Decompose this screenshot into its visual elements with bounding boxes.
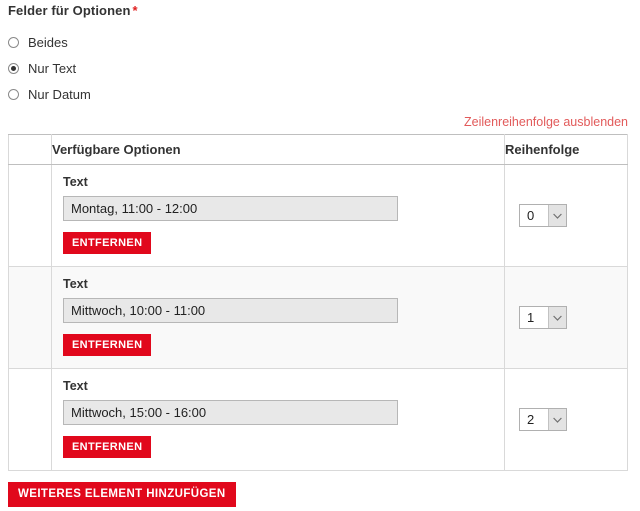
required-asterisk: *: [132, 3, 138, 18]
drag-handle-cell[interactable]: [8, 368, 52, 471]
order-select-value: 1: [527, 310, 535, 325]
order-select-value: 0: [527, 208, 535, 223]
order-cell: 0: [504, 164, 628, 267]
table-header: Verfügbare Optionen Reihenfolge: [8, 134, 628, 165]
order-select[interactable]: 2: [519, 408, 567, 431]
drag-handle-cell[interactable]: [8, 164, 52, 267]
add-another-item-button[interactable]: WEITERES ELEMENT HINZUFÜGEN: [8, 482, 236, 507]
chevron-down-icon[interactable]: [548, 307, 566, 328]
drag-handle-cell[interactable]: [8, 266, 52, 369]
order-select-value: 2: [527, 412, 535, 427]
option-text-input[interactable]: [63, 298, 398, 323]
column-header-options: Verfügbare Optionen: [51, 134, 505, 165]
option-text-input[interactable]: [63, 196, 398, 221]
radio-option-beides[interactable]: Beides: [8, 29, 308, 55]
radio-option-nur-text[interactable]: Nur Text: [8, 55, 308, 81]
page-title-text: Felder für Optionen: [8, 3, 131, 18]
option-cell: Text ENTFERNEN: [51, 164, 505, 267]
order-select[interactable]: 1: [519, 306, 567, 329]
order-cell: 1: [504, 266, 628, 369]
order-cell: 2: [504, 368, 628, 471]
radio-icon[interactable]: [8, 88, 19, 100]
radio-option-label: Nur Text: [28, 60, 77, 76]
option-text-input[interactable]: [63, 400, 398, 425]
toggle-row-order-link[interactable]: Zeilenreihenfolge ausblenden: [464, 115, 628, 129]
option-cell: Text ENTFERNEN: [51, 266, 505, 369]
page-title: Felder für Optionen *: [8, 3, 138, 18]
remove-button[interactable]: ENTFERNEN: [63, 334, 152, 356]
text-field-label: Text: [63, 379, 88, 393]
radio-option-label: Nur Datum: [28, 86, 91, 102]
text-field-label: Text: [63, 277, 88, 291]
radio-option-label: Beides: [28, 34, 68, 50]
table-row: Text ENTFERNEN 0: [8, 164, 628, 267]
table-row: Text ENTFERNEN 2: [8, 368, 628, 471]
form-page: Felder für Optionen * Beides Nur Text Nur…: [0, 0, 640, 511]
radio-option-nur-datum[interactable]: Nur Datum: [8, 81, 308, 107]
order-select[interactable]: 0: [519, 204, 567, 227]
available-options-table: Verfügbare Optionen Reihenfolge Text ENT…: [8, 134, 628, 471]
column-header-handle: [8, 134, 52, 165]
remove-button[interactable]: ENTFERNEN: [63, 232, 152, 254]
chevron-down-icon[interactable]: [548, 205, 566, 226]
radio-group-field-types: Beides Nur Text Nur Datum: [8, 29, 308, 107]
column-header-order: Reihenfolge: [504, 134, 628, 165]
text-field-label: Text: [63, 175, 88, 189]
radio-icon[interactable]: [8, 36, 19, 48]
table-body: Text ENTFERNEN 0 Text: [8, 164, 628, 471]
option-cell: Text ENTFERNEN: [51, 368, 505, 471]
remove-button[interactable]: ENTFERNEN: [63, 436, 152, 458]
chevron-down-icon[interactable]: [548, 409, 566, 430]
table-row: Text ENTFERNEN 1: [8, 266, 628, 369]
table-header-row: Verfügbare Optionen Reihenfolge: [8, 134, 628, 165]
radio-icon-selected[interactable]: [8, 62, 19, 74]
